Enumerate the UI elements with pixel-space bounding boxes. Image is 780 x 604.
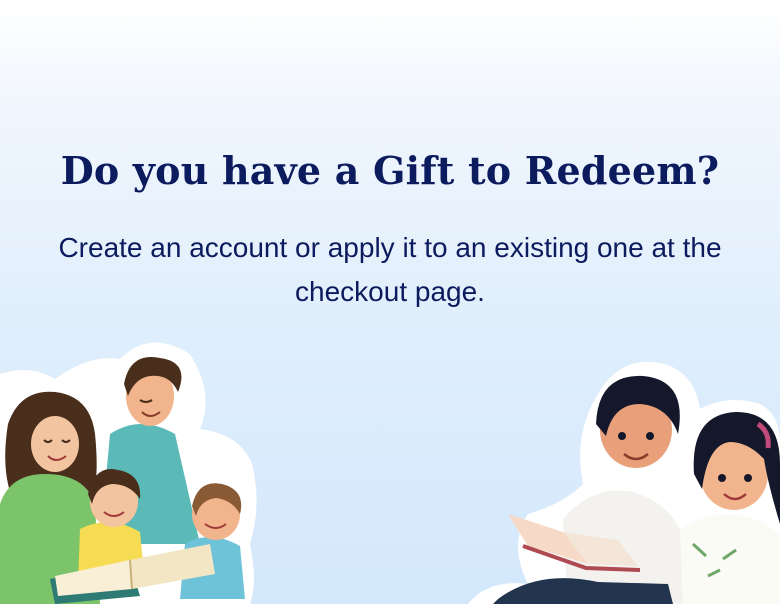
gift-redeem-headline: Do you have a Gift to Redeem? [60, 148, 720, 193]
gift-redeem-subtext: Create an account or apply it to an exis… [58, 232, 722, 307]
family-reading-illustration [0, 342, 257, 604]
kids-reading-illustration [468, 361, 780, 604]
